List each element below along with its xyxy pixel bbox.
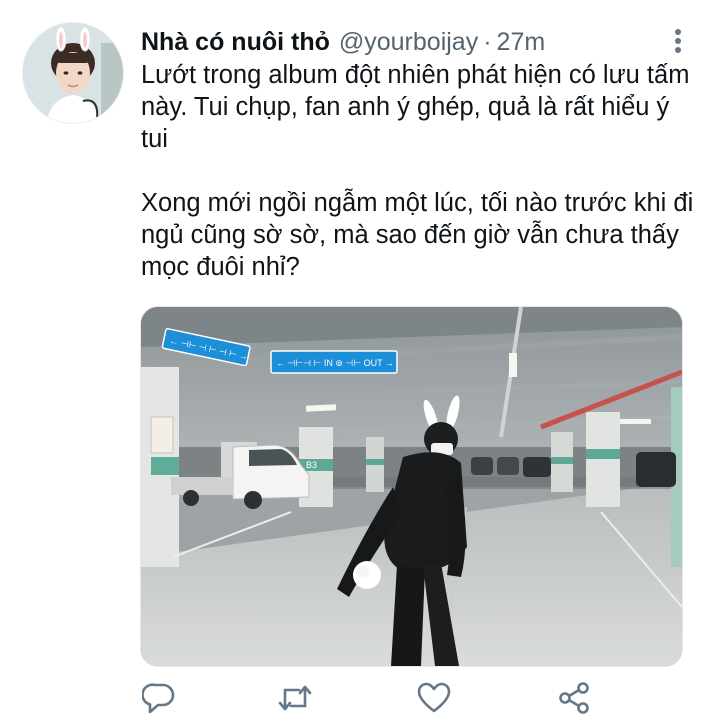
share-icon: [559, 682, 589, 714]
like-button[interactable]: [414, 676, 454, 720]
tweet-action-bar: [0, 676, 720, 722]
direction-sign-center: ← ⊣⊢⊣ ⊢ IN ⊚ ⊣⊢ OUT →: [276, 358, 394, 368]
retweet-button[interactable]: [275, 676, 315, 720]
tweet-text: Lướt trong album đột nhiên phát hiện có …: [141, 61, 694, 281]
user-handle[interactable]: @yourboijay: [339, 27, 478, 57]
avatar[interactable]: [22, 22, 124, 124]
separator-dot: ·: [483, 28, 492, 56]
more-options-button[interactable]: [665, 26, 691, 56]
reply-icon: [142, 683, 175, 714]
retweet-icon: [278, 685, 312, 711]
share-button[interactable]: [554, 676, 594, 720]
reply-button[interactable]: [139, 676, 179, 720]
tweet-header: Nhà có nuôi thỏ @yourboijay · 27m: [141, 27, 545, 57]
timestamp[interactable]: 27m: [497, 27, 546, 57]
pillar-label: B3: [306, 460, 317, 470]
heart-icon: [417, 682, 451, 713]
avatar-photo: [23, 23, 123, 123]
parking-garage-photo: B3 ← ⊣⊢ ⊣ ⊢ ⊣ ⊢ → ← ⊣⊢⊣ ⊢ IN ⊚ ⊣⊢ OUT →: [141, 307, 682, 666]
display-name[interactable]: Nhà có nuôi thỏ: [141, 27, 330, 57]
vertical-dots-icon: [675, 29, 681, 53]
tweet-photo[interactable]: B3 ← ⊣⊢ ⊣ ⊢ ⊣ ⊢ → ← ⊣⊢⊣ ⊢ IN ⊚ ⊣⊢ OUT →: [140, 306, 683, 667]
